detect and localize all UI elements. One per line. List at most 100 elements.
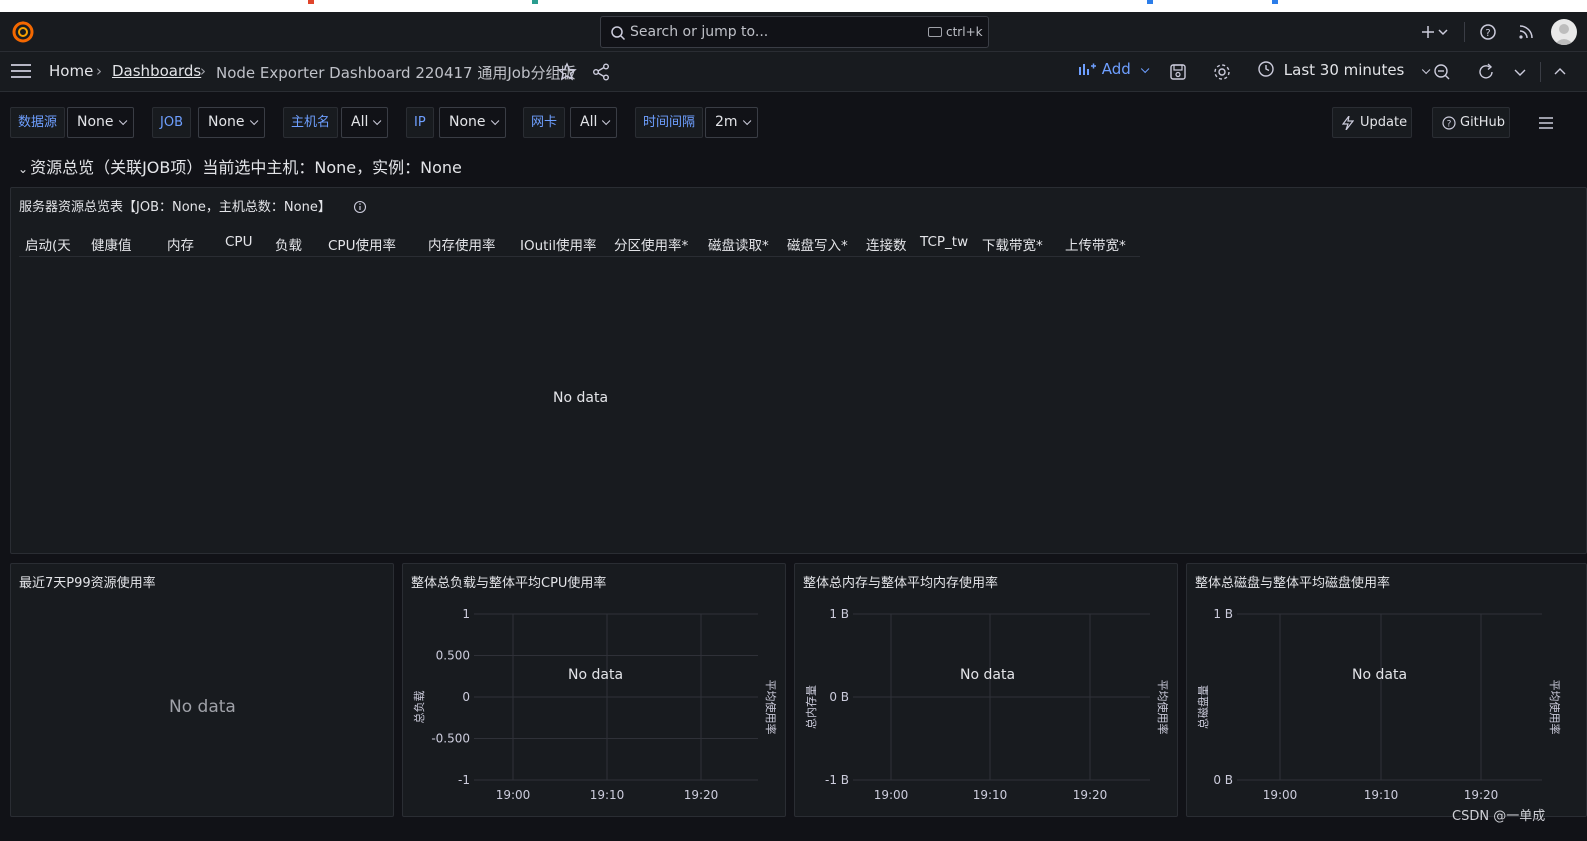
menu-icon[interactable] [11, 63, 31, 79]
save-icon[interactable] [1168, 62, 1188, 82]
x-tick-label: 19:00 [874, 788, 909, 802]
variable-select-hostname[interactable]: All [341, 107, 389, 138]
column-header[interactable]: 启动(天 [25, 234, 71, 254]
y-tick-label: -0.500 [431, 732, 470, 746]
x-tick-label: 19:10 [973, 788, 1008, 802]
y-tick-label: 0 B [829, 690, 849, 704]
chevron-down-icon [118, 116, 127, 126]
help-icon[interactable]: ? [1478, 22, 1498, 42]
x-tick-label: 19:10 [1364, 788, 1399, 802]
variable-label-datasource: 数据源 [10, 107, 66, 138]
breadcrumb-home[interactable]: Home [49, 62, 93, 80]
variable-select-datasource[interactable]: None [67, 107, 134, 138]
column-header[interactable]: CPU [225, 234, 252, 250]
refresh-icon[interactable] [1476, 62, 1496, 82]
chevron-down-icon [602, 116, 611, 126]
user-avatar[interactable] [1551, 19, 1577, 45]
variable-value: None [449, 114, 486, 130]
variable-label-nic: 网卡 [523, 107, 566, 138]
column-header[interactable]: 磁盘读取* [708, 234, 769, 254]
chevron-down-icon [742, 116, 751, 126]
column-header[interactable]: 下载带宽* [982, 234, 1043, 254]
svg-text:?: ? [1447, 120, 1452, 130]
y-tick-label: -1 B [825, 773, 849, 787]
row-title: 资源总览（关联JOB项）当前选中主机：None，实例：None [30, 158, 462, 177]
disk-usage-chart: 1 B 0 B 19:00 19:10 19:20 总磁盘量 平均使用率 [1196, 607, 1562, 802]
add-panel-button[interactable]: Add [1077, 60, 1149, 84]
server-resource-table-panel: 服务器资源总览表【JOB：None，主机总数：None】 启动(天 健康值 内存… [10, 187, 1587, 554]
variable-select-ip[interactable]: None [439, 107, 506, 138]
column-header[interactable]: 内存使用率 [428, 234, 496, 254]
panel-title: 服务器资源总览表【JOB：None，主机总数：None】 [19, 196, 367, 215]
github-label: GitHub [1460, 115, 1506, 130]
browser-tab-strip [0, 0, 1587, 12]
time-range-label: Last 30 minutes [1283, 61, 1405, 79]
watermark: CSDN @一单成 [1452, 809, 1546, 824]
chevron-up-icon[interactable] [1552, 62, 1568, 82]
no-data-message: No data [960, 667, 1016, 683]
y-axis-right-label: 平均使用率 [1548, 680, 1562, 735]
update-label: Update [1360, 115, 1408, 130]
no-data-message: No data [568, 667, 624, 683]
column-header[interactable]: IOutil使用率 [520, 234, 596, 254]
column-header[interactable]: 负载 [275, 234, 302, 254]
column-header[interactable]: CPU使用率 [328, 234, 396, 254]
x-tick-label: 19:10 [590, 788, 625, 802]
y-tick-label: 1 B [1213, 607, 1233, 621]
y-axis-right-label: 平均使用率 [764, 680, 778, 735]
y-tick-label: 0 B [1213, 773, 1233, 787]
gear-icon[interactable] [1212, 62, 1232, 82]
github-link-button[interactable]: ? GitHub [1432, 107, 1510, 138]
memory-usage-chart: 1 B 0 B -1 B 19:00 19:10 19:20 总内存量 平均使用率 [804, 607, 1170, 802]
search-shortcut: ctrl+k [946, 25, 983, 39]
keyboard-icon [928, 27, 942, 37]
top-bar: Search or jump to... ctrl+k ? [0, 12, 1587, 52]
variable-value: All [580, 114, 598, 130]
no-data-message: No data [1352, 667, 1408, 683]
variable-label-ip: IP [406, 107, 434, 138]
grafana-logo-icon[interactable] [11, 20, 35, 44]
y-axis-label: 总负载 [412, 691, 426, 724]
plus-icon[interactable] [1418, 22, 1438, 42]
panel-title-text: 服务器资源总览表【JOB：None，主机总数：None】 [19, 200, 331, 215]
y-axis-label: 总内存量 [804, 685, 818, 729]
column-header[interactable]: TCP_tw [920, 234, 968, 250]
row-header-resource-overview[interactable]: ⌄ 资源总览（关联JOB项）当前选中主机：None，实例：None [18, 154, 462, 178]
chevron-down-icon [490, 116, 499, 126]
column-header[interactable]: 连接数 [866, 234, 907, 254]
breadcrumb-separator: › [200, 62, 206, 80]
no-data-message: No data [169, 697, 236, 717]
search-input[interactable]: Search or jump to... ctrl+k [600, 16, 989, 48]
chevron-down-icon [1422, 65, 1431, 75]
load-cpu-chart: 1 0.500 0 -0.500 -1 19:00 19:10 19:20 总负载 平均使用率 [412, 607, 778, 802]
x-tick-label: 19:20 [1464, 788, 1499, 802]
column-header[interactable]: 上传带宽* [1065, 234, 1126, 254]
variable-select-interval[interactable]: 2m [705, 107, 758, 138]
star-icon[interactable] [557, 62, 577, 82]
dashboard-controls-menu-icon[interactable] [1538, 116, 1554, 130]
breadcrumb-dashboards[interactable]: Dashboards [112, 62, 201, 80]
time-range-picker[interactable]: Last 30 minutes [1257, 60, 1431, 84]
clock-icon [1258, 61, 1274, 77]
add-label: Add [1101, 60, 1131, 78]
update-link-button[interactable]: Update [1332, 107, 1412, 138]
variable-label-job: JOB [152, 107, 191, 138]
variable-select-nic[interactable]: All [570, 107, 618, 138]
dashboard-nav-bar: Home › Dashboards › Node Exporter Dashbo… [0, 52, 1587, 92]
info-icon[interactable] [353, 200, 367, 214]
column-header[interactable]: 分区使用率* [614, 234, 688, 254]
share-icon[interactable] [591, 62, 611, 82]
column-header[interactable]: 内存 [167, 234, 194, 254]
rss-news-icon[interactable] [1516, 22, 1536, 42]
chevron-down-icon[interactable] [1436, 22, 1450, 42]
chevron-down-icon [1140, 64, 1149, 74]
table-header-divider [19, 256, 1140, 257]
add-panel-icon [1079, 63, 1096, 75]
variable-label-interval: 时间间隔 [635, 107, 704, 138]
column-header[interactable]: 磁盘写入* [787, 234, 848, 254]
variable-select-job[interactable]: None [198, 107, 265, 138]
column-header[interactable]: 健康值 [91, 234, 132, 254]
zoom-out-icon[interactable] [1432, 62, 1452, 82]
search-icon [611, 26, 626, 41]
chevron-down-icon[interactable] [1512, 62, 1528, 82]
